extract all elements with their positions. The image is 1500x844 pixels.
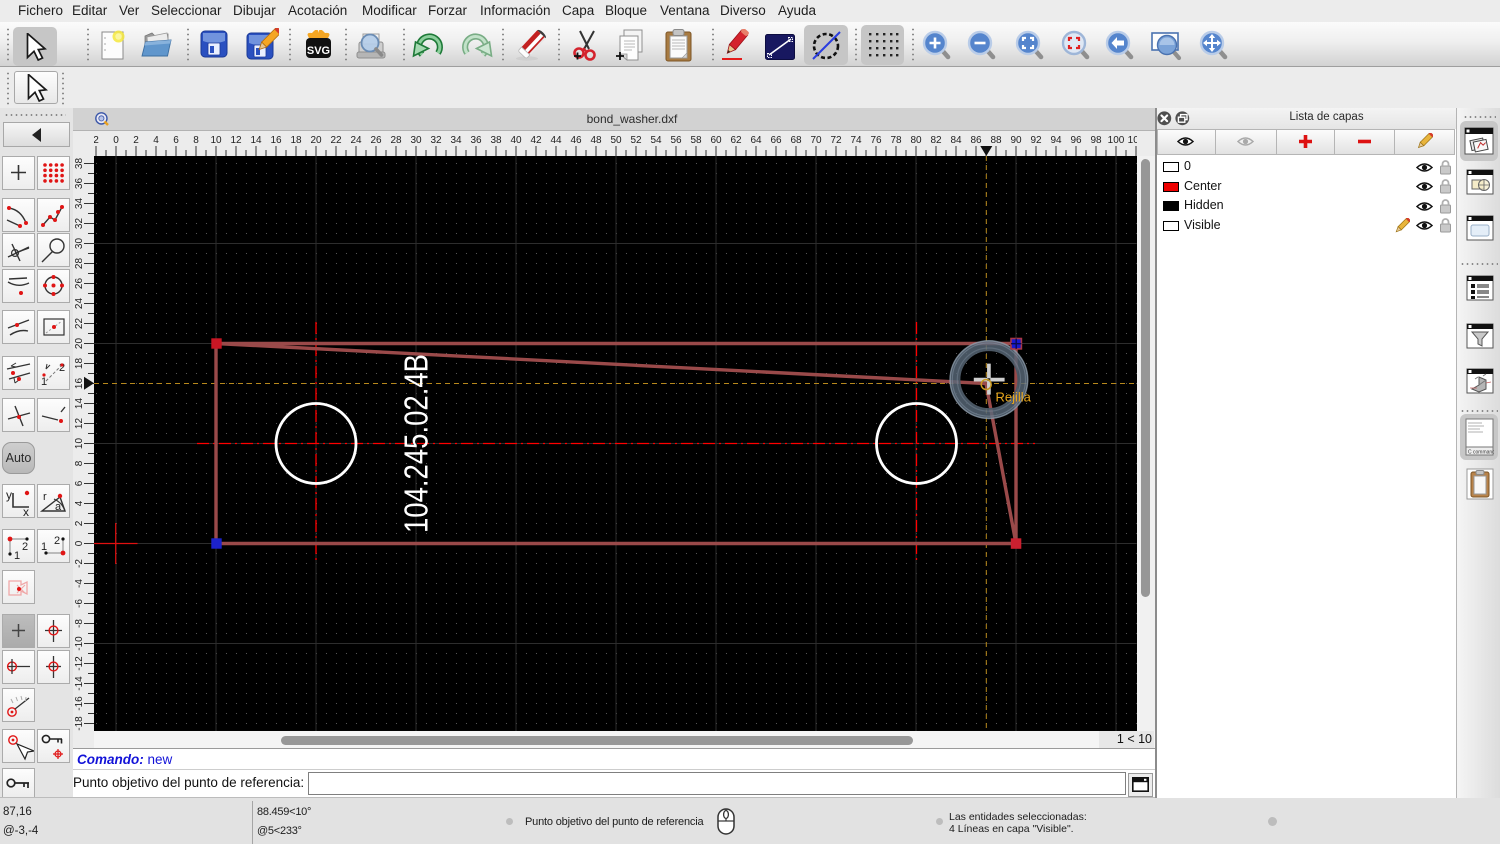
svg-text:2: 2 <box>22 541 28 553</box>
svg-text:74: 74 <box>850 135 862 146</box>
svg-text:82: 82 <box>930 135 942 146</box>
svg-text:64: 64 <box>750 135 762 146</box>
svg-text:68: 68 <box>790 135 802 146</box>
svg-text:102: 102 <box>1128 135 1137 146</box>
svg-text:24: 24 <box>74 298 85 310</box>
svg-text:62: 62 <box>730 135 742 146</box>
svg-text:8: 8 <box>193 135 199 146</box>
svg-text:34: 34 <box>450 135 462 146</box>
svg-text:36: 36 <box>74 178 85 190</box>
svg-text:86: 86 <box>970 135 982 146</box>
svg-text:52: 52 <box>630 135 642 146</box>
svg-text:-4: -4 <box>74 579 85 588</box>
svg-text:10: 10 <box>74 438 85 450</box>
svg-text:42: 42 <box>530 135 542 146</box>
svg-text:48: 48 <box>590 135 602 146</box>
svg-text:20: 20 <box>74 338 85 350</box>
svg-text:-16: -16 <box>74 696 85 711</box>
svg-text:4: 4 <box>153 135 159 146</box>
svg-text:-8: -8 <box>74 619 85 628</box>
svg-text:46: 46 <box>570 135 582 146</box>
svg-text:78: 78 <box>890 135 902 146</box>
svg-text:30: 30 <box>410 135 422 146</box>
svg-text:80: 80 <box>910 135 922 146</box>
svg-text:-10: -10 <box>74 636 85 651</box>
svg-text:92: 92 <box>1030 135 1042 146</box>
svg-text:2: 2 <box>54 535 60 547</box>
svg-text:a: a <box>55 501 62 513</box>
svg-text:r: r <box>43 491 47 503</box>
svg-text:38: 38 <box>74 158 85 170</box>
svg-text:1: 1 <box>14 550 20 562</box>
svg-text:32: 32 <box>74 218 85 230</box>
svg-text:SVG: SVG <box>307 45 330 57</box>
svg-text:26: 26 <box>370 135 382 146</box>
svg-text:36: 36 <box>470 135 482 146</box>
svg-text:18: 18 <box>74 358 85 370</box>
svg-text:-18: -18 <box>74 716 85 731</box>
svg-text:y: y <box>6 488 12 502</box>
svg-text:Rejilla: Rejilla <box>996 390 1032 405</box>
svg-text:1: 1 <box>41 541 47 553</box>
svg-text:38: 38 <box>490 135 502 146</box>
svg-text:12: 12 <box>230 135 242 146</box>
svg-text:90: 90 <box>1010 135 1022 146</box>
svg-text:22: 22 <box>74 318 85 330</box>
svg-text:40: 40 <box>510 135 522 146</box>
svg-text:-14: -14 <box>74 676 85 691</box>
svg-text:98: 98 <box>1090 135 1102 146</box>
svg-text:34: 34 <box>74 198 85 210</box>
svg-text:58: 58 <box>690 135 702 146</box>
svg-text:24: 24 <box>350 135 362 146</box>
svg-text:66: 66 <box>770 135 782 146</box>
svg-text:56: 56 <box>670 135 682 146</box>
svg-text:72: 72 <box>830 135 842 146</box>
svg-text:4: 4 <box>74 500 85 506</box>
svg-text:54: 54 <box>650 135 662 146</box>
svg-text:88: 88 <box>990 135 1002 146</box>
svg-text:70: 70 <box>810 135 822 146</box>
svg-text:16: 16 <box>74 378 85 390</box>
svg-text:76: 76 <box>870 135 882 146</box>
svg-text:18: 18 <box>290 135 302 146</box>
svg-text:32: 32 <box>430 135 442 146</box>
svg-text:6: 6 <box>173 135 179 146</box>
svg-text:50: 50 <box>610 135 622 146</box>
svg-text:60: 60 <box>710 135 722 146</box>
svg-text:26: 26 <box>74 278 85 290</box>
svg-text:84: 84 <box>950 135 962 146</box>
svg-text:C command: C command <box>1468 450 1494 456</box>
svg-text:14: 14 <box>74 398 85 410</box>
svg-text:-6: -6 <box>74 599 85 608</box>
svg-text:0: 0 <box>74 540 85 546</box>
svg-text:28: 28 <box>390 135 402 146</box>
svg-text:16: 16 <box>270 135 282 146</box>
svg-text:96: 96 <box>1070 135 1082 146</box>
svg-text:6: 6 <box>74 480 85 486</box>
svg-text:30: 30 <box>74 238 85 250</box>
svg-text:100: 100 <box>1108 135 1125 146</box>
svg-text:1: 1 <box>41 376 47 388</box>
svg-text:14: 14 <box>250 135 262 146</box>
svg-text:8: 8 <box>74 460 85 466</box>
svg-text:104.245.02.4B: 104.245.02.4B <box>398 354 435 533</box>
svg-text:2: 2 <box>94 135 99 146</box>
svg-text:44: 44 <box>550 135 562 146</box>
svg-text:28: 28 <box>74 258 85 270</box>
svg-text:20: 20 <box>310 135 322 146</box>
svg-text:0: 0 <box>113 135 119 146</box>
svg-text:12: 12 <box>74 418 85 430</box>
svg-text:10: 10 <box>210 135 222 146</box>
svg-text:2: 2 <box>74 520 85 526</box>
svg-text:22: 22 <box>330 135 342 146</box>
svg-text:94: 94 <box>1050 135 1062 146</box>
svg-text:-2: -2 <box>74 559 85 568</box>
svg-text:2: 2 <box>133 135 139 146</box>
svg-text:x: x <box>23 505 29 517</box>
svg-text:-12: -12 <box>74 656 85 671</box>
